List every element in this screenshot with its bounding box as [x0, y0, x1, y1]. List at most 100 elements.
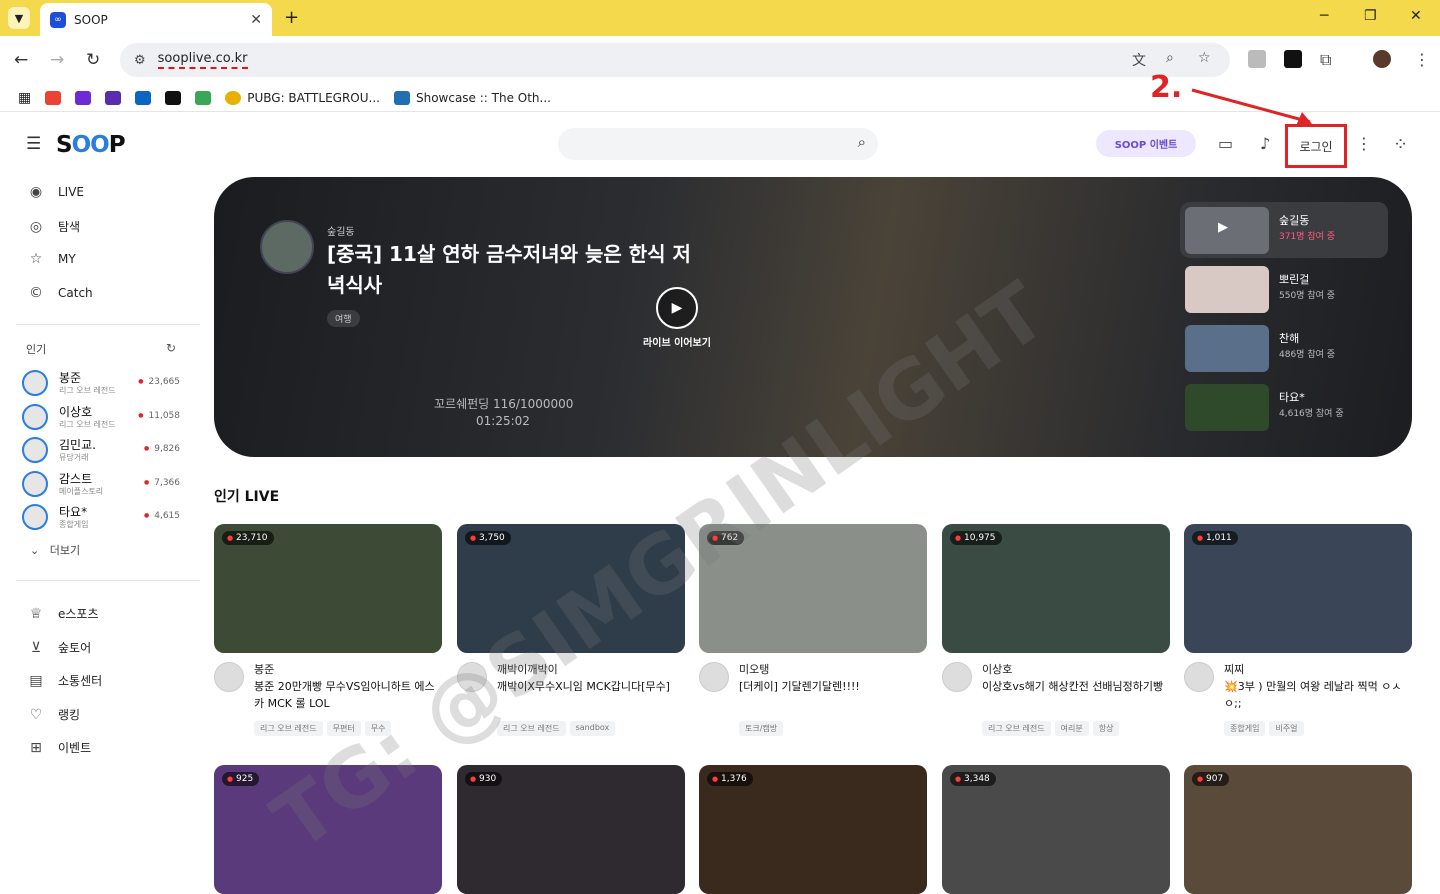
extension-icon[interactable] — [1248, 50, 1266, 68]
show-more-button[interactable]: ⌄ 더보기 — [30, 542, 80, 558]
card-thumbnail[interactable]: 10,975 — [942, 524, 1170, 653]
aol-icon[interactable] — [165, 90, 182, 105]
forward-button[interactable]: → — [50, 50, 64, 70]
avatar[interactable] — [1184, 662, 1214, 692]
site-settings-icon[interactable]: ⚙ — [134, 53, 146, 68]
card-streamer[interactable]: 미오탱 — [739, 661, 769, 677]
sidebar-item-explore[interactable]: ◎ 탐색 — [26, 218, 80, 235]
hero-side-item[interactable]: 찬해 486명 참여 중 — [1180, 320, 1388, 376]
card-thumbnail[interactable]: 925 — [214, 765, 442, 894]
channel-avatar[interactable] — [260, 220, 314, 274]
new-tab-button[interactable]: + — [284, 7, 299, 28]
search-input[interactable]: ⌕ — [558, 128, 878, 160]
bell-icon[interactable]: ♪ — [1260, 134, 1270, 153]
card-thumbnail[interactable]: 3,348 — [942, 765, 1170, 894]
live-card[interactable]: 1,011 찌찌 💥3부 ) 만월의 여왕 레날라 찍먹 ㅇㅅㅇ;; 종합게임비… — [1184, 524, 1412, 736]
soop-logo[interactable]: SOOP — [56, 132, 126, 158]
live-card[interactable]: 3,750 깨박이깨박이 깨박이X무수X니임 MCK갑니다[무수] 리그 오브 … — [457, 524, 685, 736]
hero-title[interactable]: [중국] 11살 연하 금수저녀와 늦은 한식 저녁식사 — [327, 239, 707, 301]
mail-alt-icon[interactable] — [105, 90, 122, 105]
soop-event-button[interactable]: SOOP 이벤트 — [1096, 130, 1196, 157]
sidebar-item-my[interactable]: ☆ MY — [26, 251, 76, 267]
zoom-icon[interactable]: ⌕ — [1166, 50, 1174, 66]
refresh-icon[interactable]: ↻ — [166, 341, 176, 355]
more-options-icon[interactable]: ⋮ — [1356, 134, 1372, 153]
card-tag[interactable]: 무수 — [364, 721, 392, 736]
sidebar-item-event[interactable]: ⊞ 이벤트 — [26, 739, 91, 756]
gmail-icon[interactable] — [45, 90, 62, 105]
card-tag[interactable]: 리그 오브 레전드 — [254, 721, 323, 736]
sidebar-item-esports[interactable]: ♕ e스포츠 — [26, 605, 99, 622]
sidebar-item-ranking[interactable]: ♡ 랭킹 — [26, 706, 80, 723]
card-title[interactable]: 💥3부 ) 만월의 여왕 레날라 찍먹 ㅇㅅㅇ;; — [1224, 678, 1412, 712]
card-tag[interactable]: 항상 — [1092, 721, 1120, 736]
hamburger-menu-icon[interactable]: ☰ — [26, 134, 41, 154]
reload-button[interactable]: ↻ — [86, 50, 100, 70]
hero-tag[interactable]: 여행 — [327, 310, 360, 327]
card-title[interactable]: 깨박이X무수X니임 MCK갑니다[무수] — [497, 678, 685, 712]
avatar[interactable] — [457, 662, 487, 692]
card-streamer[interactable]: 봉준 — [254, 661, 274, 677]
omnibox[interactable]: ⚙ sooplive.co.kr — [120, 43, 1230, 77]
live-card[interactable]: 907 — [1184, 765, 1412, 894]
card-thumbnail[interactable]: 3,750 — [457, 524, 685, 653]
card-title[interactable]: 봉준 20만개빵 무수VS임아니하트 에스카 MCK 롤 LOL — [254, 678, 442, 712]
card-thumbnail[interactable]: 907 — [1184, 765, 1412, 894]
outlook-icon[interactable] — [135, 90, 152, 105]
close-tab-icon[interactable]: ✕ — [250, 12, 262, 28]
card-tag[interactable]: sandbox — [569, 721, 616, 736]
shop-icon[interactable] — [195, 90, 212, 105]
live-card[interactable]: 1,376 — [699, 765, 927, 894]
bookmark-pubg[interactable]: PUBG: BATTLEGROU... — [225, 90, 380, 105]
avatar[interactable] — [942, 662, 972, 692]
extension-sih-icon[interactable] — [1284, 50, 1302, 68]
translate-icon[interactable]: 文 — [1132, 50, 1146, 70]
live-card[interactable]: 925 — [214, 765, 442, 894]
live-card[interactable]: 762 미오탱 [더케이] 기달렌기달렌!!!! 토크/캠방 — [699, 524, 927, 736]
popular-streamer-item[interactable]: 타요*종합게임 4,615 — [22, 502, 180, 532]
apps-grid-icon[interactable]: ⁘ — [1393, 134, 1408, 155]
popular-streamer-item[interactable]: 이상호리그 오브 레전드 11,058 — [22, 402, 180, 432]
card-streamer[interactable]: 이상호 — [982, 661, 1012, 677]
hero-side-item[interactable]: 뽀린걸 550명 참여 중 — [1180, 261, 1388, 317]
sidebar-item-support[interactable]: ▤ 소통센터 — [26, 672, 102, 689]
hero-side-item[interactable]: 타요* 4,616명 참여 중 — [1180, 379, 1388, 435]
live-card[interactable]: 10,975 이상호 이상호vs해기 해상칸전 선배님정하기빵 리그 오브 레전… — [942, 524, 1170, 736]
broadcast-camera-icon[interactable]: ▭ — [1218, 134, 1233, 153]
avatar[interactable] — [214, 662, 244, 692]
bookmark-showcase[interactable]: Showcase :: The Oth... — [393, 90, 551, 105]
bookmark-star-icon[interactable]: ☆ — [1198, 50, 1211, 66]
live-card[interactable]: 23,710 봉준 봉준 20만개빵 무수VS임아니하트 에스카 MCK 롤 L… — [214, 524, 442, 736]
mail-icon[interactable] — [75, 90, 92, 105]
card-thumbnail[interactable]: 1,011 — [1184, 524, 1412, 653]
card-tag[interactable]: 종합게임 — [1224, 721, 1266, 736]
card-thumbnail[interactable]: 930 — [457, 765, 685, 894]
card-tag[interactable]: 무편터 — [326, 721, 361, 736]
close-window-button[interactable]: ✕ — [1410, 8, 1422, 24]
hero-banner[interactable]: 숲길동 [중국] 11살 연하 금수저녀와 늦은 한식 저녁식사 여행 ▶ 라이… — [214, 177, 1412, 457]
hero-side-item[interactable]: ▶ 숲길동 371명 참여 중 — [1180, 202, 1388, 258]
search-icon[interactable]: ⌕ — [858, 133, 866, 151]
live-card[interactable]: 3,348 — [942, 765, 1170, 894]
card-thumbnail[interactable]: 23,710 — [214, 524, 442, 653]
card-tag[interactable]: 리그 오브 레전드 — [497, 721, 566, 736]
card-thumbnail[interactable]: 762 — [699, 524, 927, 653]
card-streamer[interactable]: 깨박이깨박이 — [497, 661, 558, 677]
play-button[interactable]: ▶ — [656, 287, 698, 329]
sidebar-item-store[interactable]: ⊻ 숲토어 — [26, 639, 91, 656]
card-thumbnail[interactable]: 1,376 — [699, 765, 927, 894]
card-title[interactable]: [더케이] 기달렌기달렌!!!! — [739, 678, 927, 712]
card-tag[interactable]: 토크/캠방 — [739, 721, 784, 736]
back-button[interactable]: ← — [14, 50, 28, 70]
avatar[interactable] — [699, 662, 729, 692]
sidebar-item-live[interactable]: ◉ LIVE — [26, 184, 84, 200]
card-title[interactable]: 이상호vs해기 해상칸전 선배님정하기빵 — [982, 678, 1170, 712]
apps-grid-icon[interactable]: ▦ — [18, 90, 31, 106]
popular-streamer-item[interactable]: 감스트메이플스토리 7,366 — [22, 469, 180, 499]
minimize-button[interactable]: ─ — [1320, 8, 1328, 24]
card-streamer[interactable]: 찌찌 — [1224, 661, 1244, 677]
card-tag[interactable]: 여리분 — [1054, 721, 1089, 736]
live-card[interactable]: 930 — [457, 765, 685, 894]
browser-tab[interactable]: ∞ SOOP ✕ — [40, 3, 272, 36]
profile-avatar[interactable] — [1373, 50, 1391, 68]
